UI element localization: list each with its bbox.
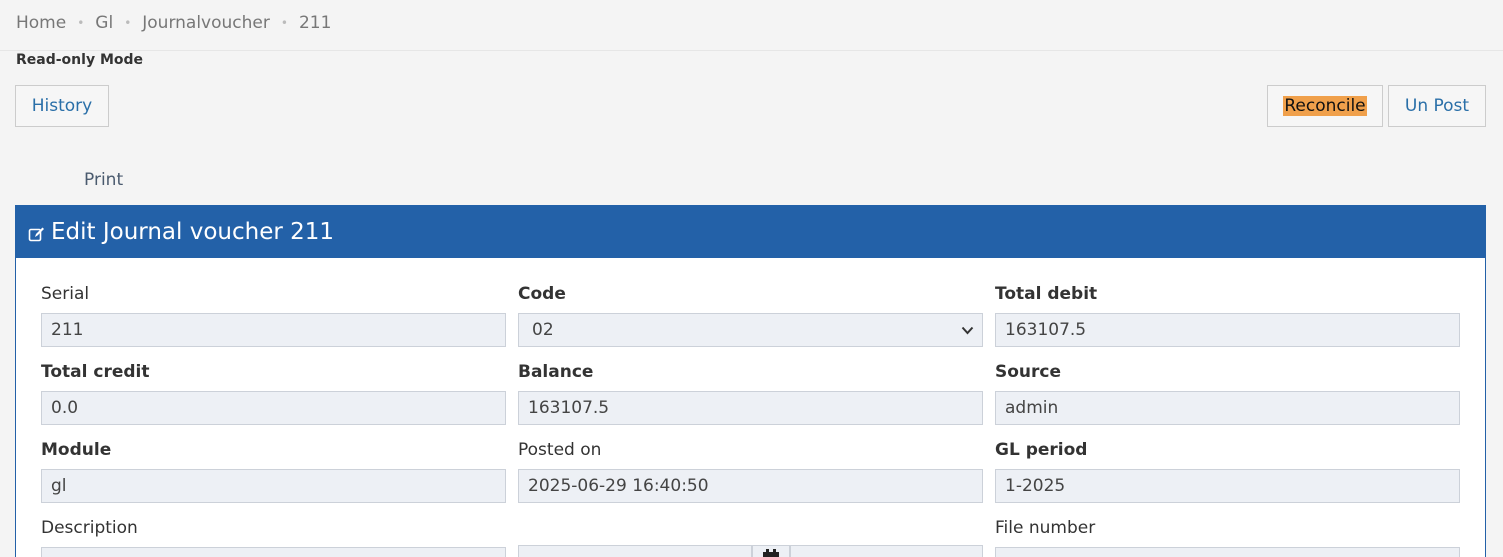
serial-label: Serial [41,284,90,304]
balance-field[interactable]: 163107.5 [518,391,983,425]
breadcrumb-separator: • [77,16,85,30]
edit-icon [28,227,44,241]
balance-label: Balance [518,362,594,382]
panel-header: Edit Journal voucher 211 [16,206,1485,258]
code-select-value: 02 [532,320,554,340]
gl-period-label: GL period [995,440,1088,460]
file-number-field[interactable] [995,547,1460,557]
total-credit-label: Total credit [41,362,150,382]
reconcile-button[interactable]: Reconcile [1267,85,1383,127]
total-debit-field[interactable]: 163107.5 [995,313,1460,347]
code-select[interactable]: 02 [518,313,983,347]
code-label: Code [518,284,566,304]
unpost-button[interactable]: Un Post [1388,85,1486,127]
reconcile-button-label: Reconcile [1283,96,1367,116]
time-field[interactable] [790,545,983,557]
breadcrumb-current: 211 [298,13,332,33]
journal-voucher-panel: Edit Journal voucher 211 [15,205,1486,557]
breadcrumb-separator: • [124,16,132,30]
date-field[interactable] [518,545,752,557]
breadcrumb-separator: • [280,16,288,30]
source-label: Source [995,362,1062,382]
description-field[interactable] [41,547,506,557]
mode-label: Read-only Mode [16,52,144,68]
posted-on-field[interactable]: 2025-06-29 16:40:50 [518,469,983,503]
breadcrumb-home[interactable]: Home [16,13,66,33]
file-number-label: File number [995,518,1096,538]
total-credit-field[interactable]: 0.0 [41,391,506,425]
breadcrumb: Home • Gl • Journalvoucher • 211 [16,11,331,35]
calendar-icon [763,549,779,557]
module-label: Module [41,440,112,460]
posted-on-label: Posted on [518,440,602,460]
total-debit-label: Total debit [995,284,1098,304]
breadcrumb-journalvoucher[interactable]: Journalvoucher [142,13,270,33]
breadcrumb-gl[interactable]: Gl [95,13,113,33]
chevron-down-icon [961,326,974,334]
module-field[interactable]: gl [41,469,506,503]
source-field[interactable]: admin [995,391,1460,425]
calendar-button[interactable] [752,545,790,557]
history-button[interactable]: History [15,85,109,127]
gl-period-field[interactable]: 1-2025 [995,469,1460,503]
serial-field[interactable]: 211 [41,313,506,347]
description-label: Description [41,518,138,538]
header-divider [0,50,1503,51]
print-link[interactable]: Print [84,170,123,190]
panel-title: Edit Journal voucher 211 [51,219,335,245]
